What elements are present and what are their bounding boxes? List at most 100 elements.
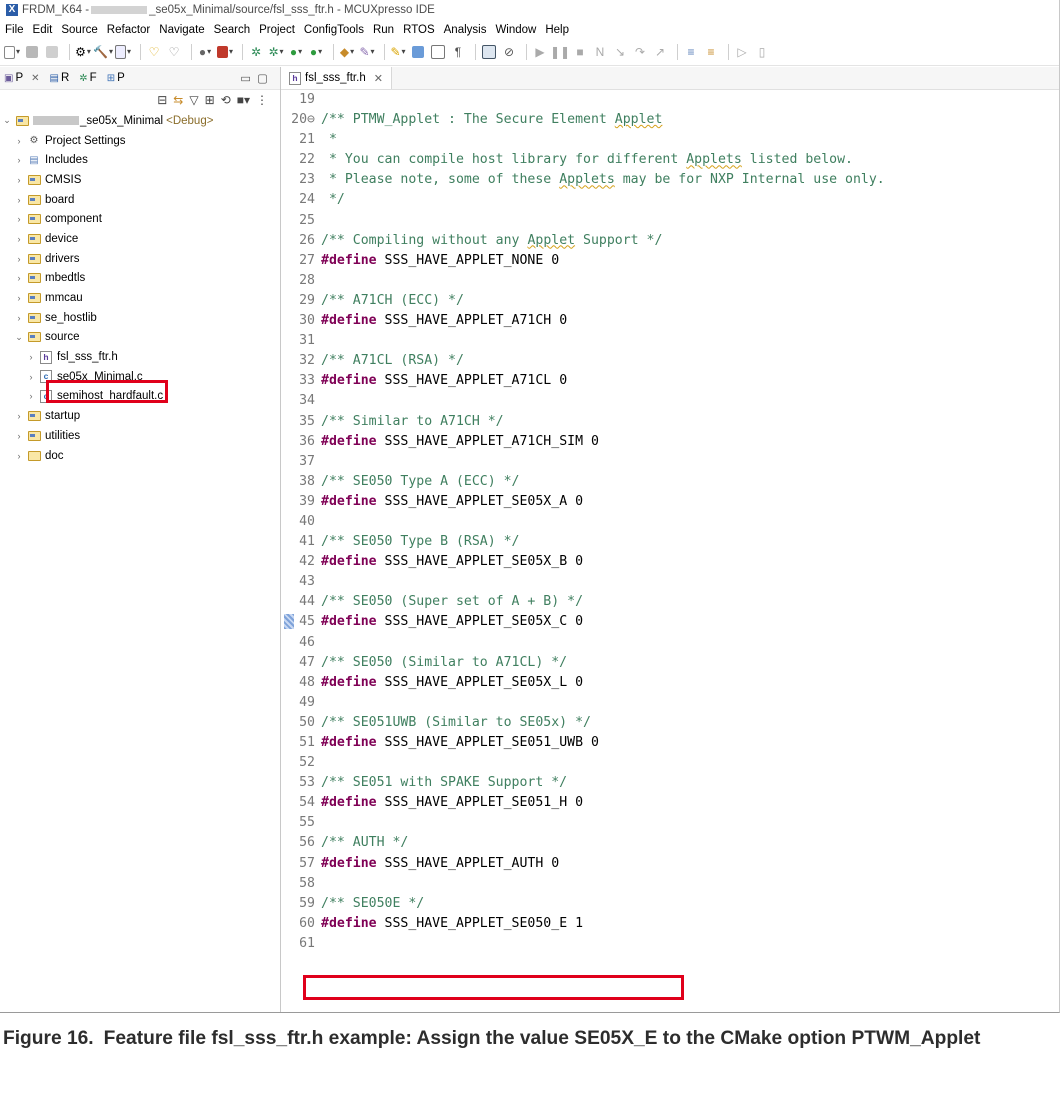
open-type-icon[interactable]: ◆ ▾ <box>339 44 355 60</box>
step-over-icon[interactable]: ↷ <box>632 44 648 60</box>
chevron-down-icon[interactable]: ⌄ <box>14 332 24 343</box>
chevron-down-icon[interactable]: ⌄ <box>2 115 12 126</box>
close-icon[interactable]: ✕ <box>374 72 383 85</box>
code-editor[interactable]: 19 20⊖ /** PTMW_Applet : The Secure Elemen… <box>281 90 1059 1012</box>
suspend-icon[interactable]: ❚❚ <box>550 44 570 60</box>
binary-icon[interactable]: ▾ <box>115 44 131 60</box>
block-selection-icon[interactable] <box>430 44 446 60</box>
chevron-right-icon[interactable]: › <box>26 372 36 382</box>
terminal-icon[interactable] <box>481 44 497 60</box>
chevron-right-icon[interactable]: › <box>14 254 24 264</box>
debug-bug-icon[interactable]: ✲ <box>248 44 264 60</box>
close-icon[interactable]: ✕ <box>31 73 39 84</box>
tree-item-component[interactable]: › component <box>0 209 280 229</box>
run-to-line-icon[interactable]: ▷ <box>734 44 750 60</box>
heart-outline-icon[interactable]: ♡ <box>166 44 182 60</box>
external-tools-icon[interactable]: ● ▾ <box>308 44 324 60</box>
view-menu-icon[interactable]: ■▾ <box>237 93 250 107</box>
chevron-right-icon[interactable]: › <box>14 273 24 283</box>
terminate-icon[interactable]: ■ <box>572 44 588 60</box>
app-logo-icon: X <box>6 4 18 16</box>
code-line: 56 /** AUTH */ <box>281 833 1059 853</box>
tab-project-explorer[interactable]: ▣ P ✕ <box>4 72 40 84</box>
run-icon[interactable]: ● ▾ <box>288 44 304 60</box>
chevron-right-icon[interactable]: › <box>14 136 24 146</box>
minimize-maximize-icon[interactable]: ▭▢ <box>240 71 274 85</box>
settings-icon[interactable]: ⚙ ▾ <box>75 44 91 60</box>
tree-item-mbedtls[interactable]: › mbedtls <box>0 269 280 289</box>
link-editor-icon[interactable]: ⇆ <box>173 93 183 107</box>
build-hammer-icon[interactable]: 🔨 ▾ <box>93 44 113 60</box>
chevron-right-icon[interactable]: › <box>26 391 36 401</box>
chevron-right-icon[interactable]: › <box>14 293 24 303</box>
menu-item-navigate[interactable]: Navigate <box>159 24 204 36</box>
tree-item-fsl-sss-ftr-h[interactable]: › h fsl_sss_ftr.h <box>0 347 280 367</box>
menu-item-edit[interactable]: Edit <box>33 24 53 36</box>
tab-faults[interactable]: ✲ F <box>79 72 96 84</box>
chevron-right-icon[interactable]: › <box>14 234 24 244</box>
tree-item-includes[interactable]: › ▤ Includes <box>0 150 280 170</box>
chevron-right-icon[interactable]: › <box>14 451 24 461</box>
menu-item-run[interactable]: Run <box>373 24 394 36</box>
instruction-step-icon[interactable]: ≡ <box>683 44 699 60</box>
tree-item-se-hostlib[interactable]: › se_hostlib <box>0 308 280 328</box>
chevron-right-icon[interactable]: › <box>14 155 24 165</box>
layout-icon[interactable]: ⊞ <box>205 93 215 107</box>
pen-icon[interactable]: ✎ ▾ <box>359 44 375 60</box>
filter-icon[interactable]: ▽ <box>189 93 198 107</box>
highlight-icon[interactable]: ✎ ▾ <box>390 44 406 60</box>
disconnect-icon[interactable]: N <box>592 44 608 60</box>
more-icon[interactable]: ▯ <box>754 44 770 60</box>
chevron-right-icon[interactable]: › <box>14 431 24 441</box>
step-return-icon[interactable]: ↗ <box>652 44 668 60</box>
menu-item-window[interactable]: Window <box>495 24 536 36</box>
skip-breakpoints-icon[interactable]: ⊘ <box>501 44 517 60</box>
pilcrow-icon[interactable]: ¶ <box>450 44 466 60</box>
tree-item-mmcau[interactable]: › mmcau <box>0 288 280 308</box>
tree-item-doc[interactable]: › doc <box>0 446 280 466</box>
chevron-right-icon[interactable]: › <box>26 352 36 362</box>
tree-item-cmsis[interactable]: › CMSIS <box>0 170 280 190</box>
step-into-icon[interactable]: ↘ <box>612 44 628 60</box>
annotation-icon[interactable] <box>410 44 426 60</box>
resume-icon[interactable]: ▶ <box>532 44 548 60</box>
menu-item-project[interactable]: Project <box>259 24 295 36</box>
chevron-right-icon[interactable]: › <box>14 411 24 421</box>
tree-item-device[interactable]: › device <box>0 229 280 249</box>
line-number: 26 <box>299 232 315 248</box>
tree-item-project-settings[interactable]: › ⚙ Project Settings <box>0 131 280 151</box>
new-icon[interactable]: ▾ <box>4 44 20 60</box>
chevron-right-icon[interactable]: › <box>14 195 24 205</box>
menu-item-source[interactable]: Source <box>61 24 97 36</box>
restart-icon[interactable]: ≡ <box>703 44 719 60</box>
menu-item-file[interactable]: File <box>5 24 24 36</box>
menu-item-analysis[interactable]: Analysis <box>444 24 487 36</box>
tab-peripherals[interactable]: ⊞ P <box>107 72 125 84</box>
tab-registers[interactable]: ▤ R <box>50 72 70 84</box>
menu-item-help[interactable]: Help <box>545 24 569 36</box>
menu-item-refactor[interactable]: Refactor <box>107 24 150 36</box>
save-all-icon[interactable] <box>44 44 60 60</box>
tab-fsl-sss-ftr[interactable]: h fsl_sss_ftr.h ✕ <box>281 67 392 89</box>
menu-item-configtools[interactable]: ConfigTools <box>304 24 364 36</box>
debug-config-icon[interactable]: ✲ ▾ <box>268 44 284 60</box>
more-options-icon[interactable]: ⋮ <box>256 93 268 107</box>
menu-item-rtos[interactable]: RTOS <box>403 24 435 36</box>
heart-icon[interactable]: ♡ <box>146 44 162 60</box>
code-token: SSS_HAVE_APPLET_NONE 0 <box>376 252 560 268</box>
chip-icon[interactable]: ▾ <box>217 44 233 60</box>
tree-item-utilities[interactable]: › utilities <box>0 426 280 446</box>
sync-icon[interactable]: ⟲ <box>221 93 231 107</box>
menu-item-search[interactable]: Search <box>214 24 250 36</box>
probe-icon[interactable]: ● ▾ <box>197 44 213 60</box>
chevron-right-icon[interactable]: › <box>14 175 24 185</box>
tree-item-startup[interactable]: › startup <box>0 406 280 426</box>
tree-item-drivers[interactable]: › drivers <box>0 249 280 269</box>
collapse-all-icon[interactable]: ⊟ <box>157 93 167 107</box>
chevron-right-icon[interactable]: › <box>14 313 24 323</box>
tree-project-root[interactable]: ⌄ _se05x_Minimal <Debug> <box>0 111 280 131</box>
tree-item-board[interactable]: › board <box>0 190 280 210</box>
chevron-right-icon[interactable]: › <box>14 214 24 224</box>
save-icon[interactable] <box>24 44 40 60</box>
tree-item-source[interactable]: ⌄ source <box>0 328 280 348</box>
